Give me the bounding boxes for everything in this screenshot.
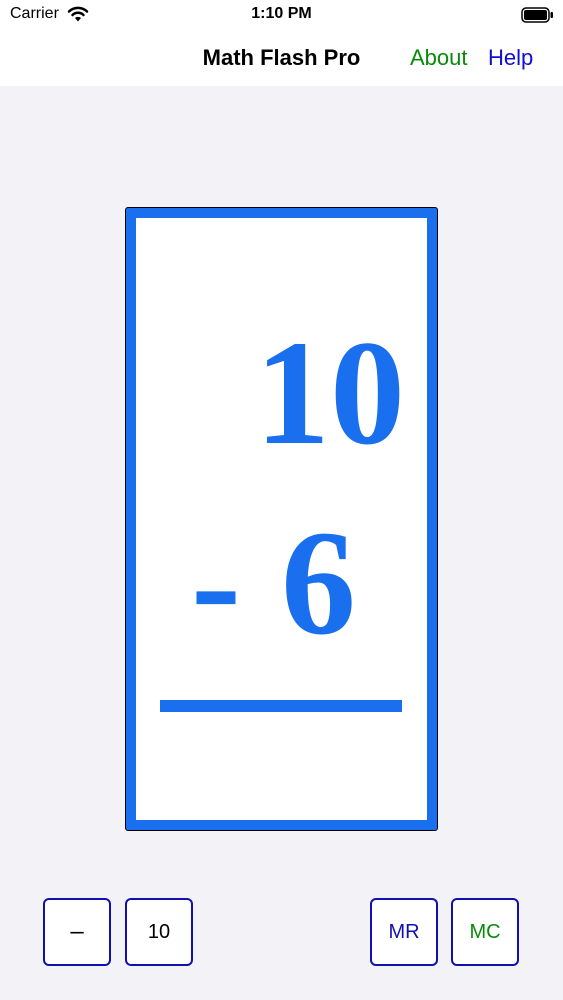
battery-icon — [521, 7, 553, 23]
operation-button[interactable]: – — [43, 898, 111, 966]
status-bar: Carrier 1:10 PM — [0, 0, 563, 30]
memory-clear-button[interactable]: MC — [451, 898, 519, 966]
card-bottom-number: 6 — [281, 500, 356, 666]
card-top-number: 10 — [255, 310, 405, 476]
memory-recall-button[interactable]: MR — [370, 898, 438, 966]
help-button[interactable]: Help — [488, 45, 533, 71]
status-time: 1:10 PM — [251, 5, 312, 22]
page-title: Math Flash Pro — [202, 45, 361, 70]
max-number-button[interactable]: 10 — [125, 898, 193, 966]
about-button[interactable]: About — [410, 45, 468, 71]
flash-card-face: 10 - 6 — [136, 218, 427, 820]
answer-line — [160, 700, 402, 712]
card-operator: - — [191, 500, 241, 666]
flash-card[interactable]: 10 - 6 — [125, 207, 438, 831]
navigation-bar: Math Flash Pro About Help — [0, 30, 563, 86]
